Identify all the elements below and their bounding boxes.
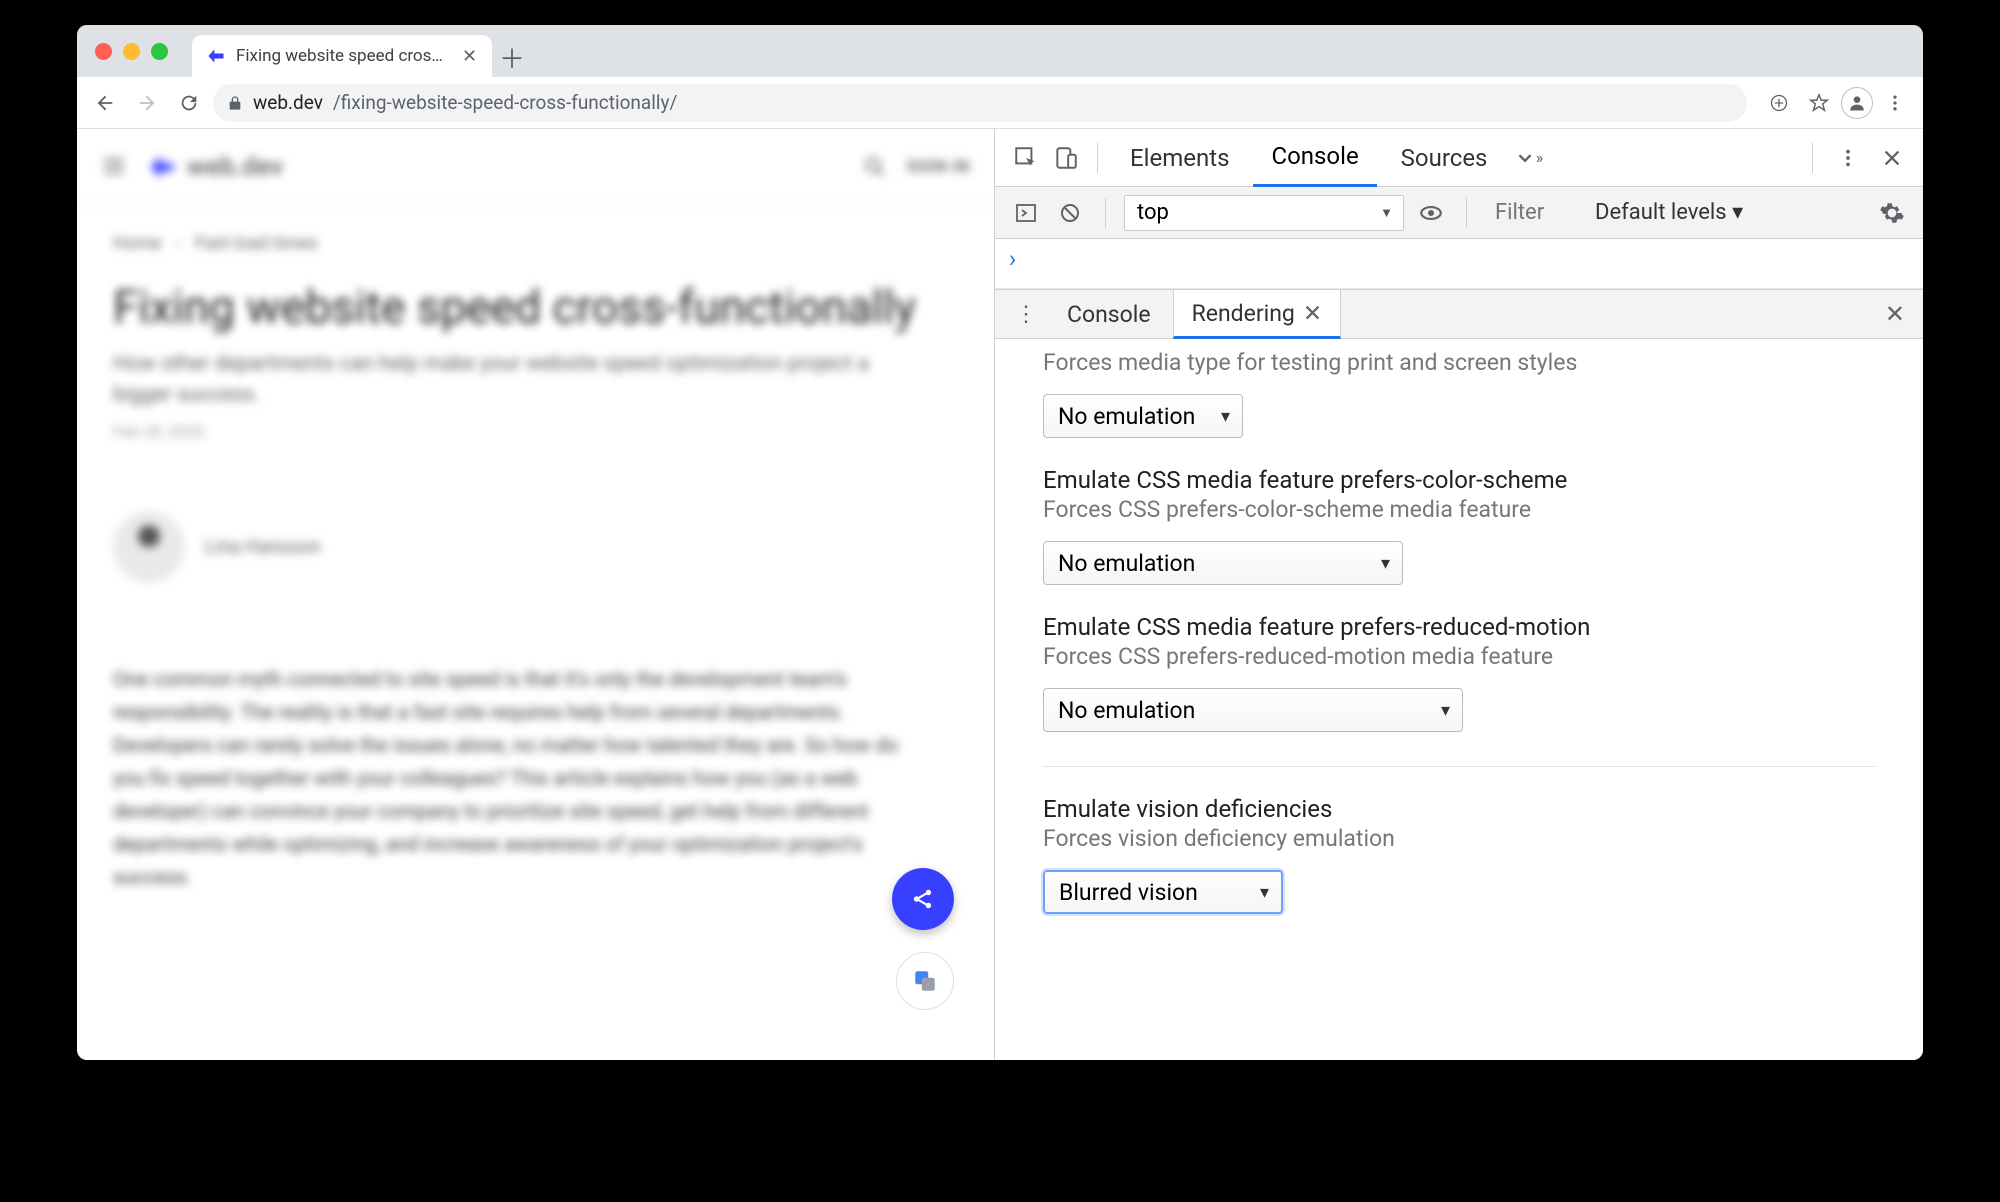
live-expression-icon[interactable] (1414, 196, 1448, 230)
article-body: One common myth connected to site speed … (113, 663, 913, 894)
window-controls (89, 25, 178, 77)
drawer-tab-rendering-label: Rendering (1192, 300, 1295, 327)
reload-button[interactable] (171, 85, 207, 121)
devtools-close-icon[interactable] (1875, 141, 1909, 175)
signin-button[interactable]: SIGN IN (906, 157, 970, 177)
vision-deficiencies-title: Emulate vision deficiencies (1043, 795, 1875, 823)
page-title: Fixing website speed cross-functionally (113, 282, 958, 335)
prefers-reduced-motion-title: Emulate CSS media feature prefers-reduce… (1043, 613, 1875, 641)
install-button[interactable] (1761, 85, 1797, 121)
console-settings-icon[interactable] (1875, 196, 1909, 230)
crumb-home[interactable]: Home (113, 233, 161, 254)
rendering-panel: Forces media type for testing print and … (995, 339, 1923, 1060)
author-name: Lina Hansson (205, 535, 321, 558)
devtools-menu-icon[interactable] (1831, 141, 1865, 175)
devtools-panel: Elements Console Sources » top Default l (995, 129, 1923, 1060)
more-tabs-icon[interactable]: » (1511, 141, 1545, 175)
hamburger-icon[interactable] (101, 153, 129, 181)
page-date: Feb 28, 2020 (113, 422, 958, 441)
new-tab-button[interactable]: ＋ (492, 37, 532, 77)
devtools-tabbar: Elements Console Sources » (995, 129, 1923, 187)
url-path: /fixing-website-speed-cross-functionally… (333, 91, 677, 114)
prefers-reduced-motion-description: Forces CSS prefers-reduced-motion media … (1043, 643, 1875, 670)
drawer-tab-console[interactable]: Console (1049, 289, 1169, 339)
console-filter-input[interactable] (1485, 200, 1585, 225)
drawer-tab-rendering[interactable]: Rendering ✕ (1173, 289, 1342, 339)
close-tab-icon[interactable]: ✕ (1303, 300, 1322, 327)
clear-console-icon[interactable] (1053, 196, 1087, 230)
lock-icon (227, 95, 243, 111)
site-logo[interactable]: web.dev (147, 152, 283, 182)
bookmark-button[interactable] (1801, 85, 1837, 121)
share-fab[interactable] (892, 868, 954, 930)
tab-elements[interactable]: Elements (1112, 129, 1247, 187)
site-header: web.dev SIGN IN (77, 129, 994, 205)
author-avatar (113, 511, 185, 583)
translate-fab[interactable] (896, 952, 954, 1010)
profile-button[interactable] (1841, 87, 1873, 119)
vision-deficiencies-select[interactable]: Blurred vision (1043, 870, 1283, 914)
back-button[interactable] (87, 85, 123, 121)
close-window-button[interactable] (95, 43, 112, 60)
browser-tab[interactable]: Fixing website speed cross-fun… ✕ (192, 35, 492, 77)
close-tab-button[interactable]: ✕ (462, 46, 477, 67)
browser-window: Fixing website speed cross-fun… ✕ ＋ web.… (77, 25, 1923, 1060)
drawer-tabbar: ⋮ Console Rendering ✕ ✕ (995, 289, 1923, 339)
tab-sources[interactable]: Sources (1383, 129, 1506, 187)
prefers-color-scheme-description: Forces CSS prefers-color-scheme media fe… (1043, 496, 1875, 523)
inspect-icon[interactable] (1009, 141, 1043, 175)
chevron-right-icon: › (175, 233, 180, 254)
console-sidebar-icon[interactable] (1009, 196, 1043, 230)
context-selector[interactable]: top (1124, 195, 1404, 231)
log-levels-selector[interactable]: Default levels ▾ (1595, 200, 1743, 225)
chrome-menu-button[interactable] (1877, 85, 1913, 121)
maximize-window-button[interactable] (151, 43, 168, 60)
url-input[interactable]: web.dev/fixing-website-speed-cross-funct… (213, 84, 1747, 122)
tab-title: Fixing website speed cross-fun… (236, 46, 446, 66)
search-icon[interactable] (862, 154, 888, 180)
console-output[interactable]: › (995, 239, 1923, 289)
media-type-description: Forces media type for testing print and … (1043, 349, 1875, 376)
address-bar: web.dev/fixing-website-speed-cross-funct… (77, 77, 1923, 129)
webpage-viewport: web.dev SIGN IN Home › Fast load times F… (77, 129, 995, 1060)
device-toggle-icon[interactable] (1049, 141, 1083, 175)
drawer-close-icon[interactable]: ✕ (1879, 300, 1911, 328)
minimize-window-button[interactable] (123, 43, 140, 60)
forward-button[interactable] (129, 85, 165, 121)
divider (1043, 766, 1875, 767)
site-brand-text: web.dev (187, 152, 283, 182)
prefers-color-scheme-select[interactable]: No emulation (1043, 541, 1403, 585)
url-host: web.dev (253, 91, 323, 114)
prefers-color-scheme-title: Emulate CSS media feature prefers-color-… (1043, 466, 1875, 494)
prefers-reduced-motion-select[interactable]: No emulation (1043, 688, 1463, 732)
console-toolbar: top Default levels ▾ (995, 187, 1923, 239)
console-prompt-icon: › (1009, 245, 1016, 273)
drawer-menu-icon[interactable]: ⋮ (1007, 302, 1045, 327)
vision-deficiencies-description: Forces vision deficiency emulation (1043, 825, 1875, 852)
tab-console[interactable]: Console (1253, 129, 1376, 187)
page-subtitle: How other departments can help make your… (113, 349, 893, 412)
media-type-select[interactable]: No emulation (1043, 394, 1243, 438)
crumb-section[interactable]: Fast load times (195, 233, 318, 254)
tab-strip: Fixing website speed cross-fun… ✕ ＋ (77, 25, 1923, 77)
breadcrumb: Home › Fast load times (113, 233, 958, 254)
favicon-icon (206, 46, 226, 66)
